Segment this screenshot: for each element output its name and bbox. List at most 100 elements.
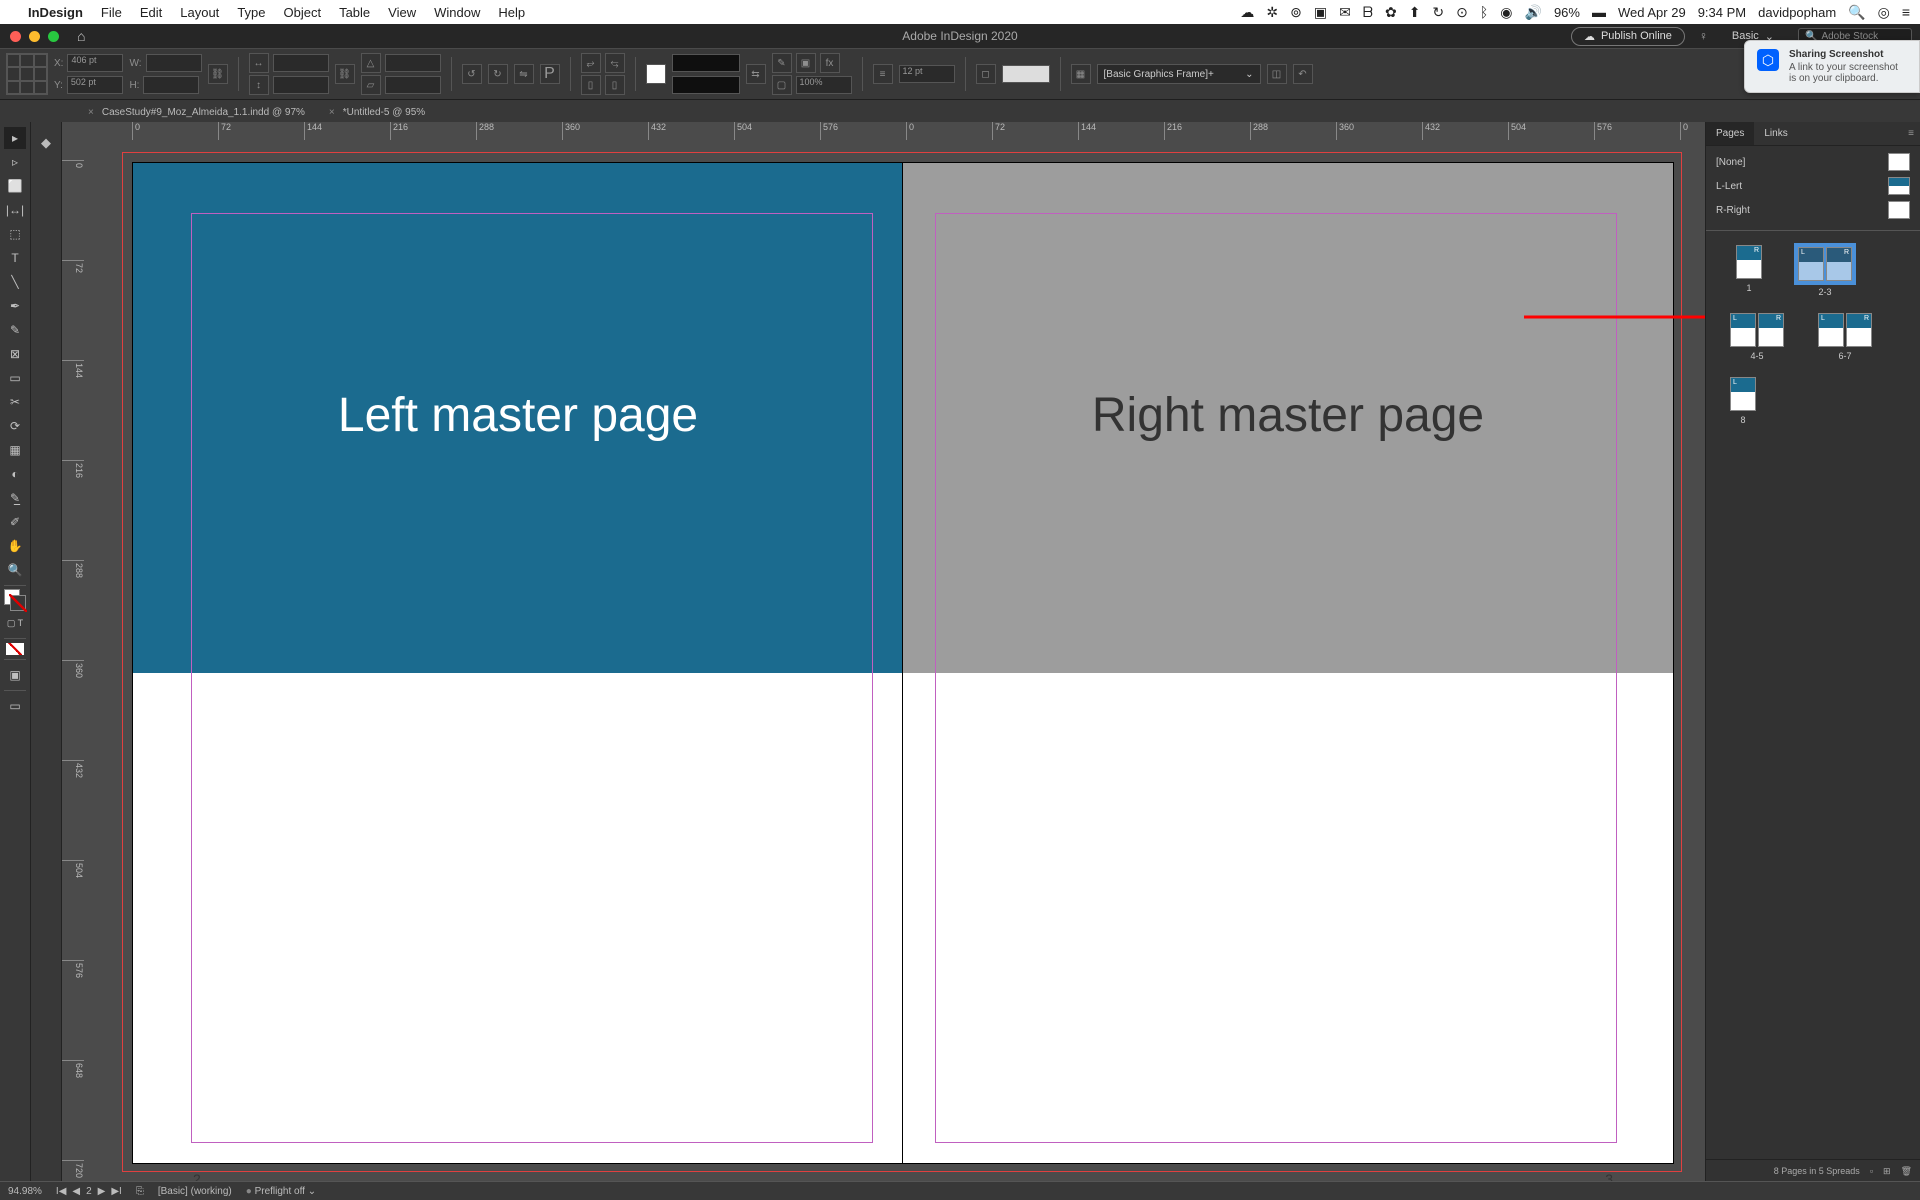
open-doc-icon[interactable]: ⎘: [136, 1186, 144, 1197]
layers-panel-icon[interactable]: ◆: [35, 132, 57, 154]
shear-input[interactable]: [385, 76, 441, 94]
pencil-tool[interactable]: ✎: [4, 319, 26, 341]
tray-icon[interactable]: ☁: [1240, 4, 1254, 21]
stroke-weight-input[interactable]: 12 pt: [899, 65, 955, 83]
notification-center-icon[interactable]: ≡: [1902, 4, 1910, 20]
tray-icon[interactable]: ᗷ: [1363, 4, 1373, 21]
new-page-icon[interactable]: ⊞: [1883, 1166, 1891, 1177]
page-thumb-6-7[interactable]: 6-7: [1818, 313, 1872, 361]
eyedropper-tool[interactable]: ✐: [4, 511, 26, 533]
publish-online-button[interactable]: ☁ Publish Online: [1571, 27, 1685, 46]
bluetooth-icon[interactable]: ᛒ: [1480, 4, 1488, 20]
rotate-cw-icon[interactable]: ↻: [488, 64, 508, 84]
screen-mode-icon[interactable]: ▭: [4, 695, 26, 717]
type-tool[interactable]: T: [4, 247, 26, 269]
master-l-lert[interactable]: L-Lert: [1706, 174, 1920, 198]
next-page-button[interactable]: ▶: [98, 1186, 106, 1197]
links-tab[interactable]: Links: [1754, 122, 1797, 145]
vertical-ruler[interactable]: 072144216288360432504576648720: [62, 140, 85, 1182]
delete-page-icon[interactable]: 🗑: [1901, 1166, 1912, 1177]
screenshot-notification[interactable]: ⬡ Sharing Screenshot A link to your scre…: [1744, 40, 1920, 93]
stroke-weight-icon[interactable]: ≡: [873, 64, 893, 84]
text-wrap-icon[interactable]: ▣: [796, 53, 816, 73]
page-thumb-2-3[interactable]: 2-3: [1796, 245, 1854, 297]
rotate-icon[interactable]: △: [361, 53, 381, 73]
pages-tab[interactable]: Pages: [1706, 122, 1754, 145]
left-page[interactable]: Left master page 2: [132, 162, 904, 1164]
page-thumb-1[interactable]: 1: [1736, 245, 1762, 297]
clear-overrides-icon[interactable]: ↶: [1293, 64, 1313, 84]
corner-options-icon[interactable]: ◻: [976, 64, 996, 84]
constrain-scale-icon[interactable]: ⛓: [335, 64, 355, 84]
menu-table[interactable]: Table: [339, 5, 370, 20]
opacity-icon[interactable]: ▢: [772, 75, 792, 95]
menu-edit[interactable]: Edit: [140, 5, 162, 20]
text-frame-options-icon[interactable]: ▦: [1071, 64, 1091, 84]
scissors-tool[interactable]: ✂: [4, 391, 26, 413]
pen-tool[interactable]: ✒: [4, 295, 26, 317]
scale-y-icon[interactable]: ↕: [249, 75, 269, 95]
panel-divider[interactable]: [1706, 230, 1920, 231]
menu-object[interactable]: Object: [284, 5, 322, 20]
close-window-button[interactable]: [10, 31, 21, 42]
tray-icon[interactable]: ⊙: [1456, 4, 1468, 21]
effects-icon[interactable]: fx: [820, 53, 840, 73]
tray-icon[interactable]: ✲: [1266, 4, 1278, 21]
volume-icon[interactable]: 🔊: [1525, 4, 1542, 21]
content-collector-tool[interactable]: ⬚: [4, 223, 26, 245]
stroke-swap-icon[interactable]: ⇆: [746, 64, 766, 84]
new-style-icon[interactable]: ◫: [1267, 64, 1287, 84]
user-text[interactable]: davidpopham: [1758, 5, 1836, 20]
zoom-tool[interactable]: 🔍: [4, 559, 26, 581]
battery-icon[interactable]: ▬: [1592, 4, 1606, 20]
minimize-window-button[interactable]: [29, 31, 40, 42]
note-tool[interactable]: ✎̲: [4, 487, 26, 509]
fill-stroke-swatch[interactable]: [4, 589, 26, 611]
rectangle-frame-tool[interactable]: ⊠: [4, 343, 26, 365]
flip-vertical-button[interactable]: ⥃: [605, 53, 625, 73]
document-tab-active[interactable]: × *Untitled-5 @ 95%: [319, 103, 439, 122]
flip-h-icon[interactable]: ⇋: [514, 64, 534, 84]
scale-x-icon[interactable]: ↔: [249, 53, 269, 73]
panel-menu-icon[interactable]: ≡: [1902, 122, 1920, 145]
tray-icon[interactable]: ✉: [1339, 4, 1351, 21]
flip-indicator-icon[interactable]: P: [540, 64, 560, 84]
horizontal-ruler[interactable]: 0721442162883604325045760721442162883604…: [84, 122, 1705, 141]
menu-view[interactable]: View: [388, 5, 416, 20]
hint-icon[interactable]: ♀: [1699, 29, 1708, 43]
siri-icon[interactable]: ◎: [1878, 4, 1890, 21]
direct-selection-tool[interactable]: ▹: [4, 151, 26, 173]
zoom-field[interactable]: 94.98%: [8, 1186, 42, 1197]
stroke-style-select[interactable]: [672, 54, 740, 72]
constrain-icon[interactable]: ⛓: [208, 64, 228, 84]
preflight-status[interactable]: ● Preflight off ⌄: [246, 1186, 316, 1197]
tray-icon[interactable]: ⬆: [1409, 4, 1421, 21]
h-input[interactable]: [143, 76, 199, 94]
scale-y-input[interactable]: [273, 76, 329, 94]
apply-color-icon[interactable]: [6, 643, 24, 655]
y-input[interactable]: 502 pt: [67, 76, 123, 94]
menu-type[interactable]: Type: [237, 5, 265, 20]
wifi-icon[interactable]: ◉: [1500, 4, 1512, 21]
right-page[interactable]: Right master page 3: [902, 162, 1674, 1164]
status-profile[interactable]: [Basic] (working): [158, 1186, 232, 1197]
rotate-input[interactable]: [385, 54, 441, 72]
gap-tool[interactable]: |↔|: [4, 199, 26, 221]
prev-page-button[interactable]: ◀: [72, 1186, 80, 1197]
rotate-ccw-icon[interactable]: ↺: [462, 64, 482, 84]
pencil-icon[interactable]: ✎: [772, 53, 792, 73]
document-canvas[interactable]: Left master page 2 Right master page 3: [84, 140, 1705, 1182]
shear-icon[interactable]: ▱: [361, 75, 381, 95]
rectangle-tool[interactable]: ▭: [4, 367, 26, 389]
line-tool[interactable]: ╲: [4, 271, 26, 293]
x-input[interactable]: 406 pt: [67, 54, 123, 72]
fill-swatch-icon[interactable]: [646, 64, 666, 84]
spotlight-icon[interactable]: 🔍: [1848, 4, 1865, 21]
hand-tool[interactable]: ✋: [4, 535, 26, 557]
gradient-swatch-tool[interactable]: ▦: [4, 439, 26, 461]
align-right-icon[interactable]: ▯: [605, 75, 625, 95]
scale-x-input[interactable]: [273, 54, 329, 72]
corner-radius-input[interactable]: [1002, 65, 1050, 83]
reference-point-grid[interactable]: [6, 53, 48, 95]
tray-icon[interactable]: ⊚: [1290, 4, 1302, 21]
